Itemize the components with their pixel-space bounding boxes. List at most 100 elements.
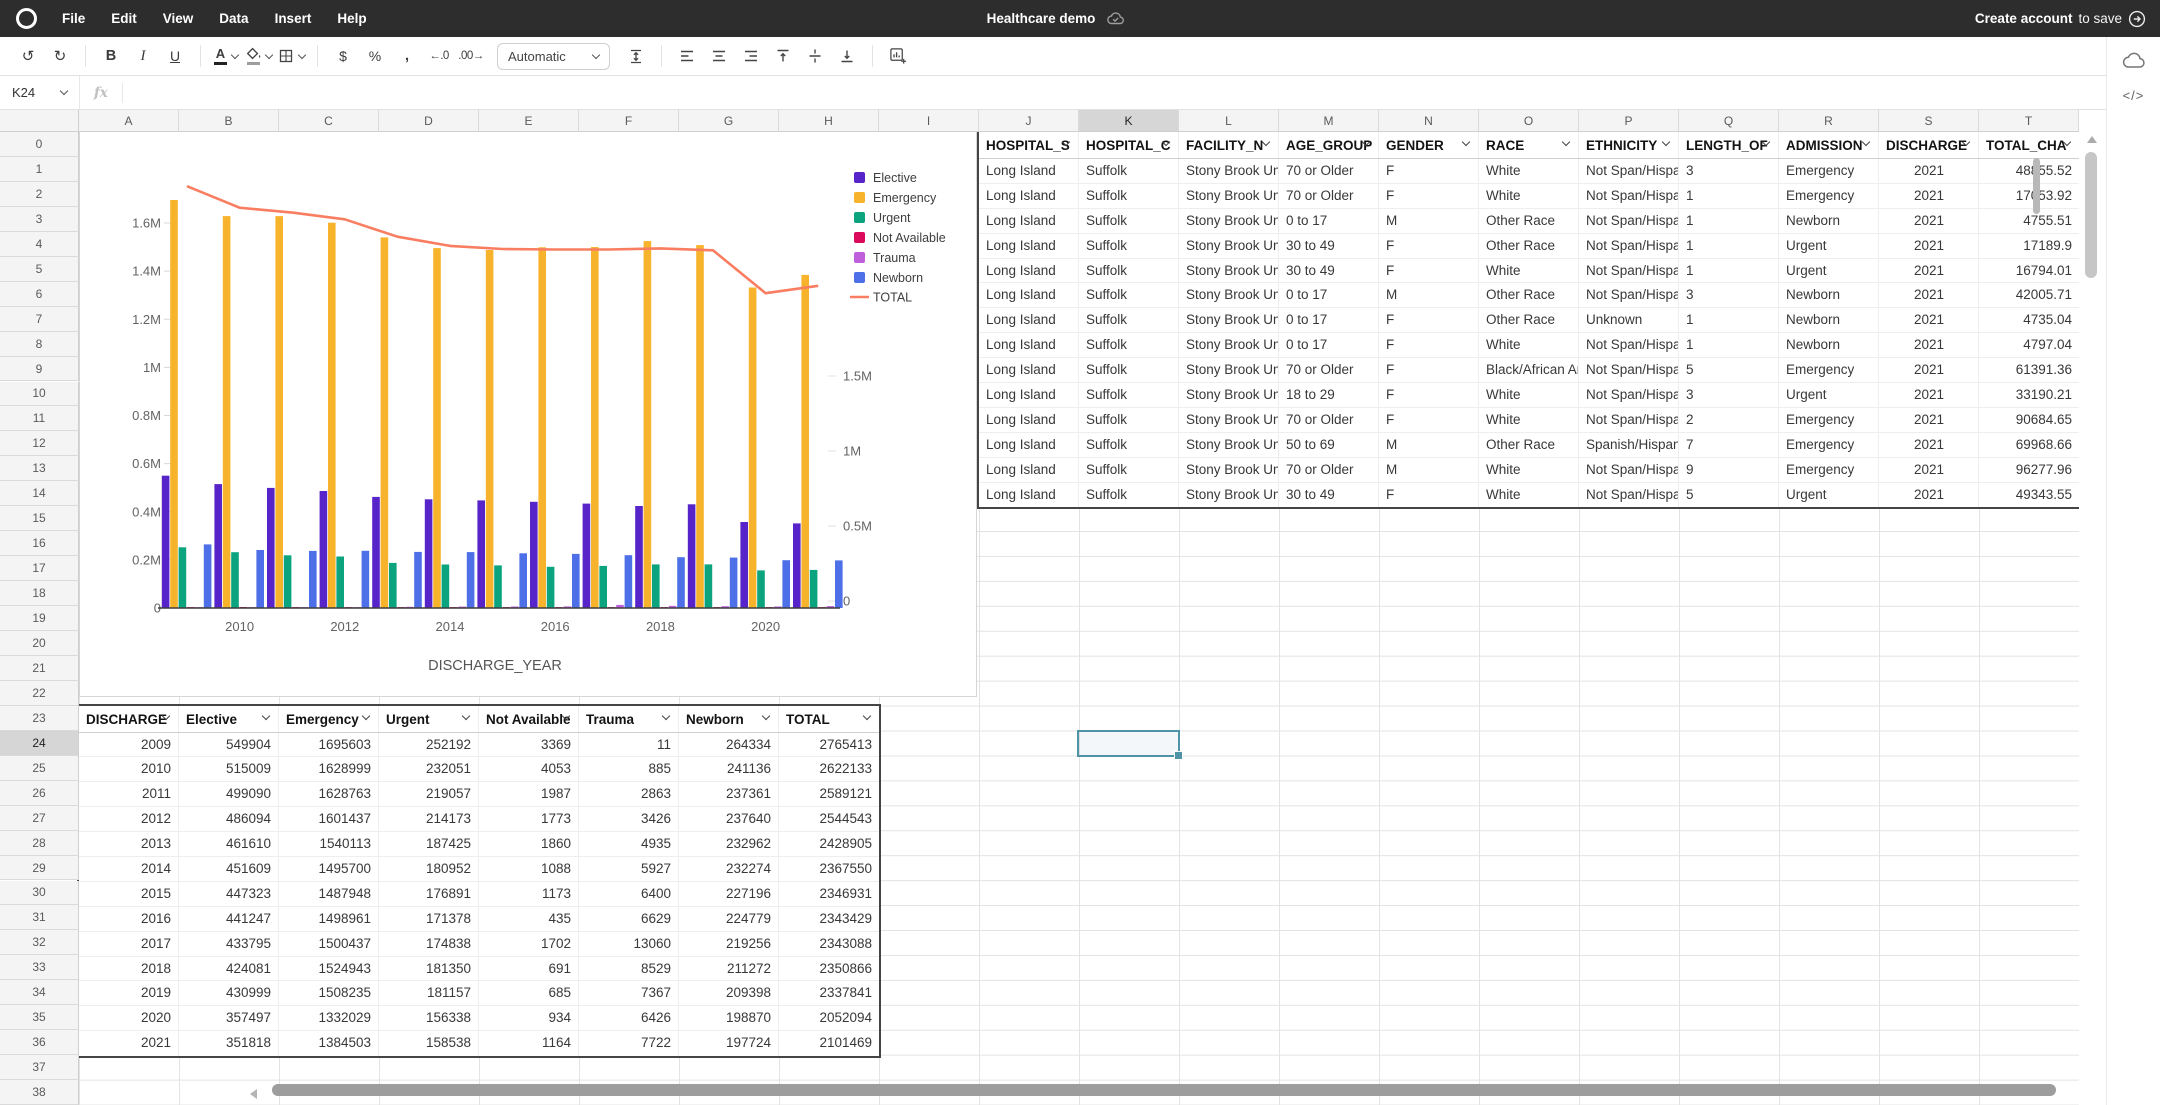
table-cell[interactable]: 1 bbox=[1679, 208, 1779, 233]
table-cell[interactable]: 69968.66 bbox=[1979, 433, 2079, 457]
document-title[interactable]: Healthcare demo bbox=[987, 11, 1096, 26]
column-filter-discharge[interactable]: DISCHARGE bbox=[79, 705, 179, 732]
table-row[interactable]: Long Island Suffolk Stony Brook Uni 18 to 2… bbox=[979, 383, 2079, 408]
table-cell[interactable]: Stony Brook Uni bbox=[1179, 482, 1279, 508]
column-filter-emergency[interactable]: Emergency bbox=[279, 705, 379, 732]
row-header-31[interactable]: 31 bbox=[0, 905, 79, 931]
table-cell[interactable]: Long Island bbox=[979, 407, 1079, 432]
table-cell[interactable]: 2018 bbox=[79, 956, 179, 981]
column-filter-not-available[interactable]: Not Available bbox=[479, 705, 579, 732]
fill-handle[interactable] bbox=[1174, 750, 1183, 760]
table-cell[interactable]: 2544543 bbox=[779, 807, 879, 831]
table-cell[interactable]: 50 to 69 bbox=[1279, 432, 1379, 457]
table-cell[interactable]: 2021 bbox=[1879, 233, 1979, 258]
table-cell[interactable]: F bbox=[1379, 258, 1479, 283]
select-all-corner[interactable] bbox=[0, 110, 79, 132]
column-filter-discharge[interactable]: DISCHARGE bbox=[1879, 132, 1979, 158]
table-cell[interactable]: 42005.71 bbox=[1979, 283, 2079, 307]
table-row[interactable]: Long Island Suffolk Stony Brook Uni 0 to 17… bbox=[979, 283, 2079, 309]
table-cell[interactable]: 486094 bbox=[179, 807, 279, 832]
row-header-16[interactable]: 16 bbox=[0, 531, 79, 557]
table-row[interactable]: Long Island Suffolk Stony Brook Uni 0 to 17… bbox=[979, 333, 2079, 359]
comma-button[interactable]: , bbox=[394, 43, 420, 69]
column-filter-hospital-c[interactable]: HOSPITAL_C bbox=[1079, 132, 1179, 158]
table-cell[interactable]: 0 to 17 bbox=[1279, 333, 1379, 358]
table-cell[interactable]: 1 bbox=[1679, 183, 1779, 208]
table-cell[interactable]: 1 bbox=[1679, 333, 1779, 358]
table-cell[interactable]: 11 bbox=[579, 732, 679, 757]
table-cell[interactable]: 461610 bbox=[179, 832, 279, 856]
table-cell[interactable]: White bbox=[1479, 258, 1579, 283]
row-header-30[interactable]: 30 bbox=[0, 880, 79, 906]
table-cell[interactable]: 2021 bbox=[1879, 432, 1979, 457]
table-cell[interactable]: 430999 bbox=[179, 981, 279, 1006]
table-cell[interactable]: Long Island bbox=[979, 233, 1079, 258]
align-right-button[interactable] bbox=[738, 43, 764, 69]
table-cell[interactable]: 8529 bbox=[579, 956, 679, 981]
table-cell[interactable]: White bbox=[1479, 457, 1579, 482]
column-filter-gender[interactable]: GENDER bbox=[1379, 132, 1479, 158]
table-cell[interactable]: 2015 bbox=[79, 881, 179, 906]
table-cell[interactable]: 0 to 17 bbox=[1279, 208, 1379, 233]
table-cell[interactable]: 241136 bbox=[679, 757, 779, 782]
row-header-36[interactable]: 36 bbox=[0, 1030, 79, 1056]
table-cell[interactable]: Emergency bbox=[1779, 358, 1879, 383]
table-row[interactable]: Long Island Suffolk Stony Brook Uni 0 to 17… bbox=[979, 308, 2079, 334]
table-cell[interactable]: Not Span/Hispa bbox=[1579, 183, 1679, 208]
row-header-21[interactable]: 21 bbox=[0, 655, 79, 681]
column-header-G[interactable]: G bbox=[679, 110, 779, 132]
table-cell[interactable]: 1164 bbox=[479, 1031, 579, 1057]
table-cell[interactable]: 2343088 bbox=[779, 932, 879, 956]
table-cell[interactable]: 219057 bbox=[379, 782, 479, 807]
column-filter-trauma[interactable]: Trauma bbox=[579, 705, 679, 732]
table-cell[interactable]: Stony Brook Uni bbox=[1179, 457, 1279, 482]
table-cell[interactable]: Suffolk bbox=[1079, 159, 1179, 183]
decrease-decimal-button[interactable]: ←.0 bbox=[426, 43, 452, 69]
column-header-R[interactable]: R bbox=[1779, 110, 1879, 132]
table-cell[interactable]: 209398 bbox=[679, 981, 779, 1006]
table-cell[interactable]: F bbox=[1379, 333, 1479, 358]
table-cell[interactable]: 2021 bbox=[1879, 482, 1979, 508]
table-cell[interactable]: 4755.51 bbox=[1979, 209, 2079, 233]
table-cell[interactable]: Other Race bbox=[1479, 308, 1579, 333]
table-cell[interactable]: Not Span/Hispa bbox=[1579, 383, 1679, 407]
column-filter-elective[interactable]: Elective bbox=[179, 705, 279, 732]
row-header-9[interactable]: 9 bbox=[0, 356, 79, 382]
table-cell[interactable]: 2009 bbox=[79, 732, 179, 757]
table-row[interactable]: 2009 549904 1695603 252192 3369 11 264334 27654… bbox=[79, 732, 879, 758]
table-cell[interactable]: 198870 bbox=[679, 1006, 779, 1031]
table-cell[interactable]: 3426 bbox=[579, 807, 679, 832]
cloud-icon[interactable] bbox=[2121, 50, 2147, 72]
column-filter-length-of[interactable]: LENGTH_OF bbox=[1679, 132, 1779, 158]
table-cell[interactable]: Newborn bbox=[1779, 208, 1879, 233]
table-cell[interactable]: 224779 bbox=[679, 906, 779, 931]
table-cell[interactable]: M bbox=[1379, 457, 1479, 482]
table-cell[interactable]: Long Island bbox=[979, 333, 1079, 358]
table-cell[interactable]: 2863 bbox=[579, 782, 679, 807]
table-cell[interactable]: Stony Brook Uni bbox=[1179, 358, 1279, 383]
column-filter-total[interactable]: TOTAL bbox=[779, 706, 879, 732]
table-row[interactable]: 2018 424081 1524943 181350 691 8529 211272 2350… bbox=[79, 956, 879, 982]
table-cell[interactable]: 6426 bbox=[579, 1006, 679, 1031]
currency-button[interactable]: $ bbox=[330, 43, 356, 69]
column-header-B[interactable]: B bbox=[179, 110, 279, 132]
column-header-M[interactable]: M bbox=[1279, 110, 1379, 132]
table-cell[interactable]: 2021 bbox=[79, 1031, 179, 1057]
row-header-8[interactable]: 8 bbox=[0, 331, 79, 357]
table-cell[interactable]: F bbox=[1379, 482, 1479, 508]
table-cell[interactable]: 13060 bbox=[579, 931, 679, 956]
column-header-K[interactable]: K bbox=[1079, 110, 1179, 132]
increase-decimal-button[interactable]: .00→ bbox=[458, 43, 484, 69]
table-cell[interactable]: 451609 bbox=[179, 856, 279, 881]
number-format-select[interactable]: Automatic bbox=[497, 42, 610, 70]
table-cell[interactable]: Not Span/Hispa bbox=[1579, 407, 1679, 432]
table-row[interactable]: Long Island Suffolk Stony Brook Uni 0 to 17… bbox=[979, 208, 2079, 234]
table-cell[interactable]: Other Race bbox=[1479, 233, 1579, 258]
column-filter-hospital-s[interactable]: HOSPITAL_S bbox=[979, 132, 1079, 158]
table-scrollbar-thumb[interactable] bbox=[2033, 158, 2040, 214]
column-filter-urgent[interactable]: Urgent bbox=[379, 705, 479, 732]
table-cell[interactable]: Stony Brook Uni bbox=[1179, 233, 1279, 258]
table-cell[interactable]: Not Span/Hispa bbox=[1579, 233, 1679, 258]
row-header-25[interactable]: 25 bbox=[0, 755, 79, 781]
table-cell[interactable]: F bbox=[1379, 183, 1479, 208]
